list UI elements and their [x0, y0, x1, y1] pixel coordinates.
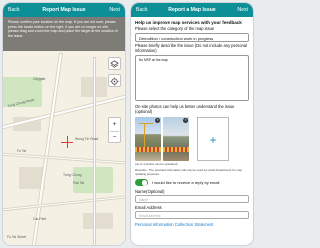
reply-toggle-row: I would like to receive a reply by email — [135, 179, 249, 187]
zoom-divider — [110, 130, 119, 132]
zoom-control: + − — [108, 117, 121, 143]
email-label: Email Address — [135, 205, 162, 211]
category-prompt: Please select the category of the map is… — [135, 26, 215, 32]
header-bar: Back Report Map Issue Next — [3, 3, 125, 17]
map-label: Tung Chung — [63, 173, 82, 177]
barrier-graphic — [135, 147, 161, 153]
header-bar: Back Report a Map Issue Next — [131, 3, 253, 17]
map-label: Pak Tai — [73, 181, 85, 185]
map-label: Fu Tai Street — [7, 235, 27, 239]
zoom-out-button[interactable]: − — [109, 131, 120, 144]
map-instructions: Please confirm your location on the map.… — [3, 17, 125, 51]
reply-toggle[interactable] — [135, 179, 148, 187]
zoom-in-button[interactable]: + — [109, 118, 120, 131]
locate-icon[interactable] — [108, 74, 121, 87]
photo-limit-note: (up to 4 photos can be uploaded) — [135, 162, 178, 167]
map-label: Wong Tin Road — [75, 137, 99, 141]
reply-toggle-label: I would like to receive a reply by email — [152, 180, 220, 186]
photo-thumbnail[interactable]: × — [135, 117, 161, 162]
next-button[interactable]: Next — [109, 7, 120, 13]
map-road — [3, 152, 125, 165]
category-select[interactable]: Demolition / construction work in progre… — [135, 33, 249, 43]
form-heading: Help us improve map services with your f… — [135, 20, 242, 25]
map-view[interactable]: Tung Chung Road Citygate Wong Tin Road F… — [3, 17, 125, 245]
privacy-statement-link[interactable]: Personal Information Collection Statemen… — [135, 222, 249, 227]
add-photo-button[interactable]: + — [197, 117, 229, 162]
page-title: Report a Map Issue — [168, 7, 216, 13]
barrier-graphic — [163, 147, 189, 153]
description-textarea[interactable]: No MSP on the map — [135, 55, 249, 102]
describe-prompt: Please briefly describe the issue (Do no… — [135, 43, 247, 54]
crane-graphic — [144, 123, 146, 150]
remove-photo-icon[interactable]: × — [155, 118, 160, 124]
feedback-form: Help us improve map services with your f… — [131, 17, 253, 230]
map-target-crosshair — [61, 136, 73, 148]
crane-arm-graphic — [139, 123, 153, 125]
page-title: Report Map Issue — [42, 7, 86, 13]
map-road — [3, 194, 125, 213]
remarks-text: Remarks : The provided information will … — [135, 168, 242, 176]
layers-icon[interactable] — [108, 57, 121, 70]
left-screen: Back Report Map Issue Next Tung Chung Ro… — [2, 2, 126, 246]
map-label: Fu Tai — [17, 149, 27, 153]
photo-thumbnail[interactable]: × — [163, 117, 189, 162]
name-label: Name(Optional) — [135, 189, 165, 195]
map-label: Car Park — [33, 217, 47, 221]
photo-gallery: × × + — [135, 117, 249, 162]
map-road — [93, 57, 96, 245]
building-block — [83, 213, 113, 229]
remove-photo-icon[interactable]: × — [183, 118, 188, 124]
right-screen: Back Report a Map Issue Next Help us imp… — [130, 2, 254, 246]
photos-prompt: On-site photos can help us better unders… — [135, 104, 235, 115]
name-field[interactable]: Name — [135, 195, 249, 204]
next-button[interactable]: Next — [237, 7, 248, 13]
email-field[interactable]: Email address — [135, 211, 249, 220]
map-label: Citygate — [33, 77, 46, 81]
